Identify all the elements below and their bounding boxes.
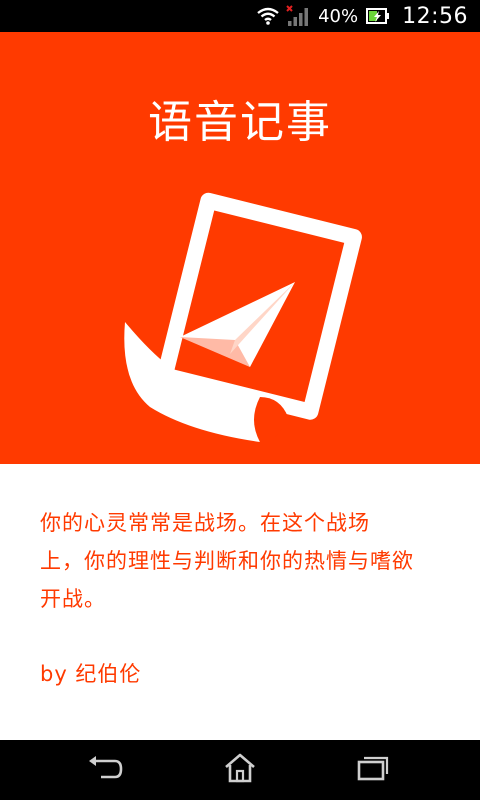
battery-percent: 40% [318,5,359,27]
app-title: 语音记事 [148,97,332,148]
quote-author: by 纪伯伦 [40,662,142,686]
home-button[interactable] [195,748,285,792]
home-icon [223,753,257,787]
quote-line: 上，你的理性与判断和你的热情与嗜欲 [40,549,414,573]
status-bar: 40% 12:56 [0,0,480,32]
signal-icon [286,5,310,27]
back-icon [87,755,123,785]
clock: 12:56 [402,3,468,29]
back-button[interactable] [60,748,150,792]
quote-line: 你的心灵常常是战场。在这个战场 [40,511,370,535]
content-area: 你的心灵常常是战场。在这个战场 上，你的理性与判断和你的热情与嗜欲 开战。 by… [0,464,480,740]
wifi-icon [256,6,280,26]
quote-text: 你的心灵常常是战场。在这个战场 上，你的理性与判断和你的热情与嗜欲 开战。 [40,504,440,618]
recent-apps-button[interactable] [328,748,418,792]
recent-apps-icon [356,754,390,786]
battery-charging-icon [366,7,390,25]
navigation-bar [0,740,480,800]
quote-line: 开战。 [40,587,106,611]
paper-plane-document-icon [110,192,370,452]
hero-banner: 语音记事 [0,32,480,464]
